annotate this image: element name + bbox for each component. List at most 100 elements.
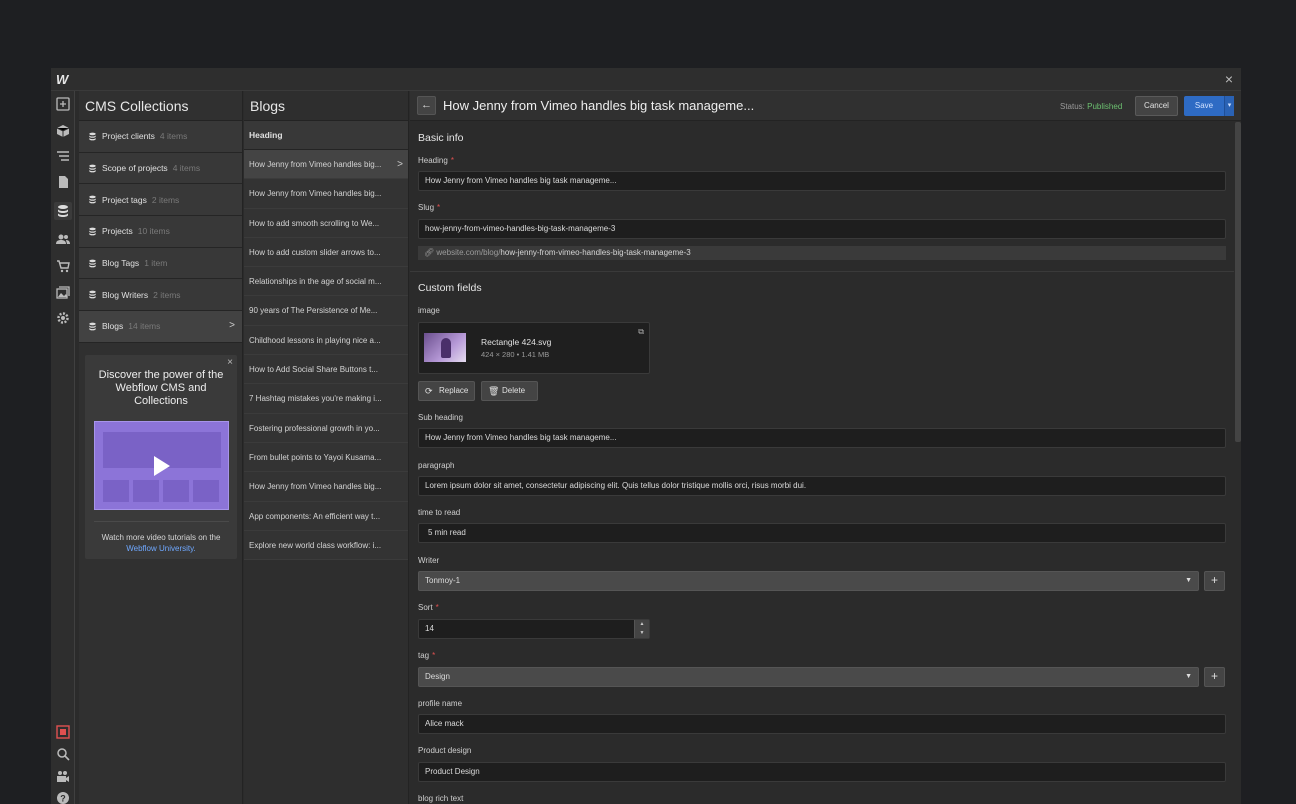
webflow-logo-icon[interactable]: W: [56, 72, 68, 87]
sub-heading-input[interactable]: How Jenny from Vimeo handles big task ma…: [418, 428, 1226, 448]
tag-label: tag *: [418, 651, 435, 660]
add-tag-button[interactable]: +: [1204, 667, 1225, 687]
left-toolbar: ?: [51, 91, 75, 804]
profile-name-label: profile name: [418, 699, 463, 708]
image-thumbnail: [424, 333, 466, 362]
collection-name: Blog Writers: [102, 289, 149, 300]
cms-window: W × ? CMS Collections Project clients 4 i…: [51, 68, 1241, 804]
blog-item-heading: Fostering professional growth in yo...: [249, 423, 380, 433]
search-icon[interactable]: [54, 745, 72, 763]
box-icon[interactable]: [54, 122, 72, 140]
slug-url-preview: 🔗︎ website.com/blog/how-jenny-from-vimeo…: [418, 246, 1226, 260]
slug-url-slug: how-jenny-from-vimeo-handles-big-task-ma…: [500, 248, 691, 257]
promo-footer-text: Watch more video tutorials on the: [101, 533, 221, 542]
collection-item[interactable]: Blog Tags 1 item: [79, 247, 242, 280]
users-icon[interactable]: [54, 230, 72, 248]
blog-item[interactable]: 7 Hashtag mistakes you're making i...: [244, 384, 408, 414]
tag-select[interactable]: Design ▼: [418, 667, 1199, 687]
blog-item[interactable]: Relationships in the age of social m...: [244, 267, 408, 297]
collections-title: CMS Collections: [79, 91, 242, 121]
webflow-university-link[interactable]: Webflow University.: [126, 544, 196, 553]
blog-item-heading: Relationships in the age of social m...: [249, 277, 382, 287]
open-external-icon[interactable]: ⧉: [638, 327, 644, 337]
add-writer-button[interactable]: +: [1204, 571, 1225, 591]
slug-label: Slug *: [418, 203, 440, 212]
heading-input[interactable]: How Jenny from Vimeo handles big task ma…: [418, 171, 1226, 191]
delete-button[interactable]: 🗑︎ Delete: [481, 381, 538, 401]
collection-name: Scope of projects: [102, 163, 168, 174]
collection-name: Blogs: [102, 321, 124, 332]
heading-column-header[interactable]: Heading: [244, 121, 408, 150]
product-design-input[interactable]: Product Design: [418, 762, 1226, 782]
assets-icon[interactable]: [54, 284, 72, 302]
navigator-icon[interactable]: [54, 147, 72, 165]
save-button[interactable]: Save: [1184, 96, 1224, 116]
blog-item[interactable]: How to add smooth scrolling to We...: [244, 208, 408, 238]
promo-video-thumbnail[interactable]: [94, 421, 229, 510]
required-mark: *: [432, 651, 436, 660]
heading-label: Heading *: [418, 156, 454, 165]
collection-count: 4 items: [172, 163, 201, 174]
replace-button[interactable]: ⟳ Replace: [418, 381, 475, 401]
blog-item[interactable]: From bullet points to Yayoi Kusama...: [244, 442, 408, 473]
section-divider: [410, 271, 1234, 272]
paragraph-input[interactable]: Lorem ipsum dolor sit amet, consectetur …: [418, 476, 1226, 496]
collection-item[interactable]: Project tags 2 items: [79, 184, 242, 217]
blogs-title: Blogs: [244, 91, 408, 121]
pages-icon[interactable]: [54, 173, 72, 191]
image-field[interactable]: Rectangle 424.svg 424 × 280 • 1.41 MB ⧉: [418, 322, 650, 374]
ecommerce-icon[interactable]: [54, 257, 72, 275]
required-mark: *: [450, 156, 454, 165]
blog-item[interactable]: Fostering professional growth in yo...: [244, 413, 408, 443]
video-icon[interactable]: [54, 767, 72, 785]
collection-item[interactable]: Projects 10 items: [79, 216, 242, 248]
blog-item[interactable]: How Jenny from Vimeo handles big...: [244, 472, 408, 502]
status-text: Status: Published: [1060, 102, 1122, 111]
blog-item[interactable]: How to add custom slider arrows to...: [244, 237, 408, 268]
collection-item[interactable]: Scope of projects 4 items: [79, 152, 242, 185]
slug-label-text: Slug: [418, 203, 435, 212]
writer-select[interactable]: Tonmoy-1 ▼: [418, 571, 1199, 591]
tag-label-text: tag: [418, 651, 430, 660]
decrement-icon[interactable]: ▼: [634, 629, 649, 638]
writer-value: Tonmoy-1: [425, 576, 461, 585]
promo-close-icon[interactable]: ×: [227, 357, 233, 368]
blog-item-heading: How to Add Social Share Buttons t...: [249, 365, 378, 375]
sort-stepper[interactable]: 14 ▲ ▼: [418, 619, 650, 639]
profile-name-input[interactable]: Alice mack: [418, 714, 1226, 734]
required-mark: *: [435, 603, 439, 612]
play-icon[interactable]: [154, 456, 170, 476]
editor-form: Basic info Heading * How Jenny from Vimeo…: [410, 122, 1234, 804]
collection-item[interactable]: Blog Writers 2 items: [79, 279, 242, 312]
time-to-read-input[interactable]: 5 min read: [418, 523, 1226, 543]
slug-url-prefix: website.com/blog/: [436, 248, 501, 257]
collection-item[interactable]: Blogs 14 items >: [79, 311, 242, 343]
collection-count: 4 items: [159, 131, 188, 142]
cms-collections-panel: CMS Collections Project clients 4 items Sc…: [79, 91, 243, 804]
blog-item[interactable]: How Jenny from Vimeo handles big...: [244, 179, 408, 209]
sort-value: 14: [425, 624, 434, 633]
blog-item[interactable]: App components: An efficient way t...: [244, 501, 408, 531]
slug-input[interactable]: how-jenny-from-vimeo-handles-big-task-ma…: [418, 219, 1226, 239]
back-button[interactable]: ←: [417, 96, 436, 115]
blog-item[interactable]: 90 years of The Persistence of Me...: [244, 296, 408, 326]
increment-icon[interactable]: ▲: [634, 620, 649, 629]
database-icon: [89, 227, 96, 236]
blog-item-heading: 7 Hashtag mistakes you're making i...: [249, 394, 382, 404]
audit-icon[interactable]: [54, 723, 72, 741]
settings-icon[interactable]: [54, 309, 72, 327]
collection-item[interactable]: Project clients 4 items: [79, 121, 242, 153]
save-options-chevron-icon[interactable]: ▾: [1224, 96, 1234, 116]
close-icon[interactable]: ×: [1221, 71, 1237, 87]
editor-scrollbar[interactable]: [1235, 122, 1241, 442]
cms-icon[interactable]: [54, 202, 72, 220]
add-icon[interactable]: [54, 95, 72, 113]
blog-item[interactable]: Childhood lessons in playing nice a...: [244, 325, 408, 356]
blog-item[interactable]: How to Add Social Share Buttons t...: [244, 355, 408, 385]
help-icon[interactable]: ?: [54, 789, 72, 804]
cancel-button[interactable]: Cancel: [1135, 96, 1178, 116]
blog-rich-text-label: blog rich text: [418, 794, 464, 803]
blog-item[interactable]: How Jenny from Vimeo handles big... >: [244, 150, 408, 180]
blog-item-heading: From bullet points to Yayoi Kusama...: [249, 452, 382, 462]
blog-item[interactable]: Explore new world class workflow: i...: [244, 530, 408, 561]
